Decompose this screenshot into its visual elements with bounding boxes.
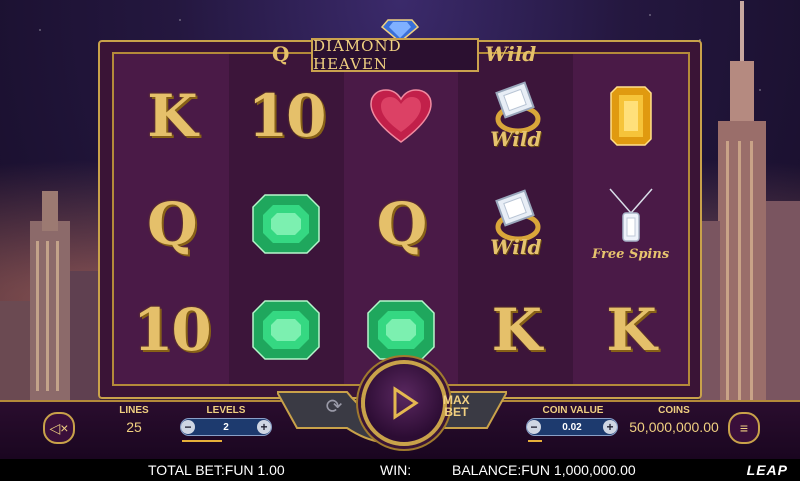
symbol-k: K xyxy=(606,296,656,364)
symbol-q: Q xyxy=(147,190,198,258)
left-skyscrapers xyxy=(0,191,100,421)
levels-plus-button[interactable]: + xyxy=(257,420,271,434)
reel-4: Wild Wild K xyxy=(458,54,574,384)
wild-symbol: Wild xyxy=(458,62,573,170)
max-bet-line2: BET xyxy=(444,405,469,419)
coins-value: 50,000,000.00 xyxy=(629,419,719,435)
symbol-k: K xyxy=(491,296,542,364)
ruby-heart-icon xyxy=(344,62,459,170)
coin-value-stepper: − 0.02 + xyxy=(526,418,618,436)
symbol-q: Q xyxy=(376,190,428,258)
reel-1: K Q 10 xyxy=(114,54,229,384)
topaz-icon xyxy=(573,62,688,170)
menu-button[interactable]: ≡ xyxy=(728,412,760,444)
reel-area: K Q 10 10 Q Wild Wild K Free Spins K xyxy=(112,52,690,386)
emerald-icon xyxy=(229,276,344,384)
coins-label: COINS xyxy=(658,405,690,416)
peek-symbol-wild: Wild xyxy=(485,42,537,66)
leap-logo: LEAP xyxy=(746,462,788,478)
reel-3: Q xyxy=(344,54,459,384)
necklace-icon xyxy=(609,188,653,242)
sound-mute-icon: ◁× xyxy=(49,419,69,436)
play-icon xyxy=(393,386,419,420)
max-bet-button[interactable]: MAX BET xyxy=(443,394,470,418)
diamond-ring-icon xyxy=(494,81,541,133)
emerald-icon xyxy=(229,170,344,278)
levels-value: 2 xyxy=(223,421,229,433)
spin-button[interactable] xyxy=(361,360,447,446)
lines-value: 25 xyxy=(126,419,142,435)
coin-value-plus-button[interactable]: + xyxy=(603,420,617,434)
autoplay-icon: ⟳ xyxy=(325,395,343,418)
symbol-k: K xyxy=(147,82,197,150)
autoplay-button[interactable]: ⟳ xyxy=(320,392,348,420)
win-text: WIN: xyxy=(380,462,412,478)
total-bet-text: TOTAL BET:FUN 1.00 xyxy=(148,462,285,478)
game-title-plate: DIAMOND HEAVEN xyxy=(311,37,479,73)
coin-value-minus-button[interactable]: − xyxy=(527,420,541,434)
right-skyscraper xyxy=(700,1,800,421)
symbol-10: 10 xyxy=(247,82,327,150)
diamond-ring-icon xyxy=(494,189,541,241)
symbol-10: 10 xyxy=(133,296,212,364)
free-spins-symbol: Free Spins xyxy=(573,170,688,278)
balance-text: BALANCE:FUN 1,000,000.00 xyxy=(452,462,636,478)
levels-label: LEVELS xyxy=(206,405,246,416)
peek-symbol-q: Q xyxy=(272,42,290,66)
levels-stepper: − 2 + xyxy=(180,418,272,436)
coin-value-indicator xyxy=(528,440,542,442)
sound-toggle-button[interactable]: ◁× xyxy=(43,412,75,444)
levels-indicator xyxy=(182,440,222,442)
wild-symbol: Wild xyxy=(458,170,573,278)
reel-5: Free Spins K xyxy=(573,54,688,384)
coin-value: 0.02 xyxy=(562,421,582,433)
game-title: DIAMOND HEAVEN xyxy=(313,37,402,73)
levels-minus-button[interactable]: − xyxy=(181,420,195,434)
coin-value-label: COIN VALUE xyxy=(542,405,604,416)
reel-2: 10 xyxy=(228,54,344,384)
status-bar: TOTAL BET:FUN 1.00 WIN: BALANCE:FUN 1,00… xyxy=(0,459,800,481)
menu-icon: ≡ xyxy=(739,420,749,436)
lines-label: LINES xyxy=(119,405,149,416)
game-screen: K Q 10 10 Q Wild Wild K Free Spins K Q W… xyxy=(0,0,800,481)
